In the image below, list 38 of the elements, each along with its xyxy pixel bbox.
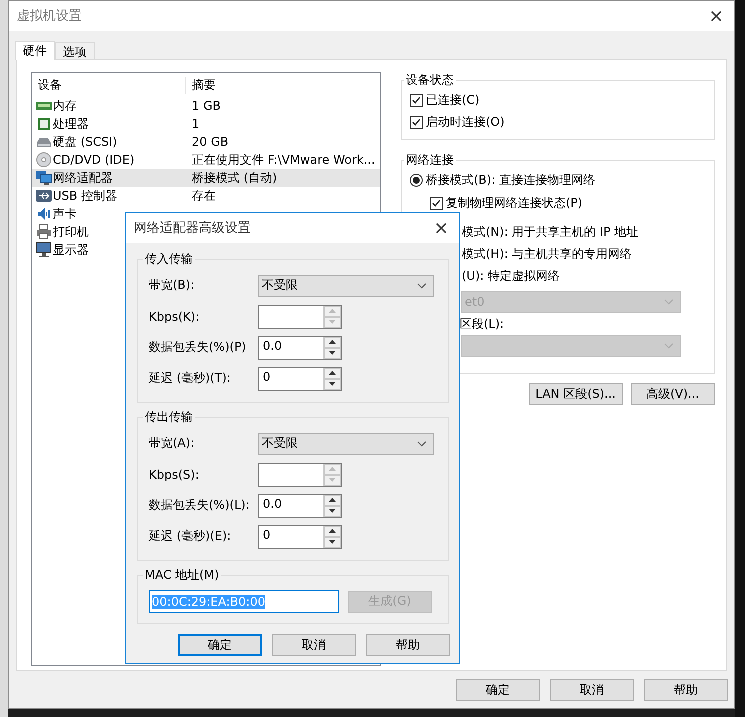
field-label: Kbps(S):: [149, 468, 200, 482]
group-title: 网络连接: [405, 152, 455, 169]
radio-label: 桥接模式(B): 直接连接物理网络: [426, 172, 596, 189]
device-name: 打印机: [53, 224, 89, 240]
device-summary: 桥接模式 (自动): [191, 170, 278, 186]
device-summary: 20 GB: [191, 135, 229, 149]
field-label: Kbps(K):: [149, 310, 201, 324]
field-label: 延迟 (毫秒)(E):: [149, 528, 232, 545]
group-title: MAC 地址(M): [144, 567, 220, 584]
field-label: 带宽(B):: [149, 277, 196, 294]
dialog-title: 网络适配器高级设置: [134, 220, 251, 237]
device-name: USB 控制器: [53, 188, 118, 204]
field-label: 带宽(A):: [149, 435, 196, 452]
checkbox-label: 启动时连接(O): [426, 114, 505, 130]
radio-label: 模式(N): 用于共享主机的 IP 地址: [462, 224, 639, 240]
group-title: 传入传输: [144, 251, 194, 268]
device-summary: 1: [191, 117, 200, 131]
device-name: 硬盘 (SCSI): [53, 134, 118, 150]
device-summary: 1 GB: [191, 99, 221, 113]
field-label: 延迟 (毫秒)(T):: [149, 370, 232, 387]
device-name: 声卡: [53, 206, 77, 222]
radio-label: 模式(H): 与主机共享的专用网络: [462, 246, 632, 262]
checkbox-label: 已连接(C): [426, 92, 480, 108]
field-label: 数据包丢失(%)(P): [149, 339, 248, 356]
checkbox-label: 复制物理网络连接状态(P): [446, 195, 583, 212]
device-name: 内存: [53, 98, 77, 114]
device-name: 处理器: [53, 116, 89, 132]
device-summary: 正在使用文件 F:\VMware Work...: [191, 152, 376, 168]
device-name: 网络适配器: [53, 170, 113, 186]
group-title: 传出传输: [144, 409, 194, 426]
window-title: 虚拟机设置: [17, 8, 82, 25]
device-summary: 存在: [191, 188, 216, 204]
device-name: CD/DVD (IDE): [53, 153, 135, 167]
group-title: 设备状态: [405, 72, 455, 89]
field-label: 区段(L):: [460, 316, 504, 332]
field-label: 数据包丢失(%)(L):: [149, 497, 251, 514]
device-name: 显示器: [53, 242, 89, 258]
radio-label: (U): 特定虚拟网络: [462, 268, 560, 284]
